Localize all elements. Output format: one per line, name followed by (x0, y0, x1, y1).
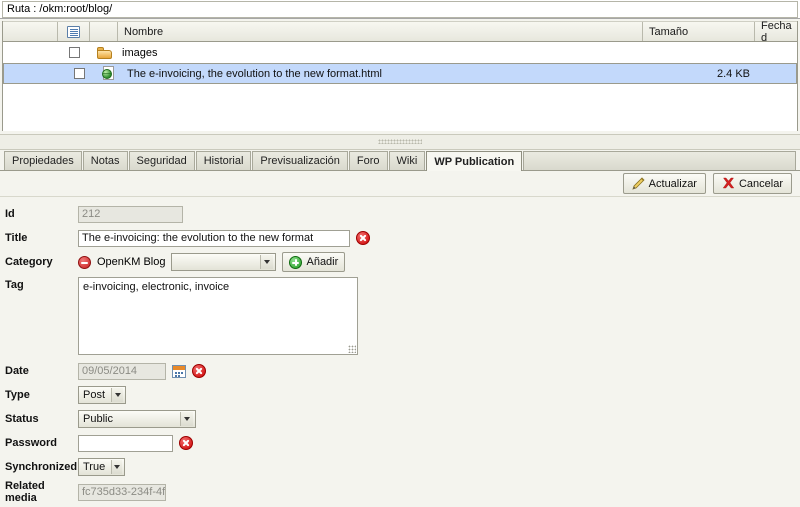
splitter-grip-icon[interactable] (378, 139, 422, 144)
label-category: Category (5, 256, 53, 268)
update-button[interactable]: Actualizar (622, 173, 706, 194)
tab-notas[interactable]: Notas (82, 151, 128, 170)
tab-wiki[interactable]: Wiki (388, 151, 426, 170)
field-row-status: Status Public (0, 408, 800, 430)
file-table-header: Nombre Tamaño Fecha d (3, 20, 797, 44)
row-date (760, 64, 794, 83)
row-name[interactable]: images (118, 42, 643, 63)
field-row-id: Id 212 (0, 203, 800, 225)
field-row-title: Title The e-invoicing: the evolution to … (0, 227, 800, 249)
label-status: Status (5, 413, 39, 425)
label-tag: Tag (5, 279, 24, 291)
wp-publication-form: Id 212 Title The e-invoicing: the evolut… (0, 197, 800, 507)
field-row-synchronized: Synchronized True (0, 456, 800, 478)
label-synchronized: Synchronized (5, 461, 78, 473)
table-row[interactable]: images (3, 42, 797, 63)
html-document-icon (102, 66, 116, 81)
delete-icon[interactable] (356, 231, 370, 245)
row-type-icon-cell (95, 64, 123, 83)
calendar-icon[interactable] (172, 364, 186, 378)
synchronized-select-value: True (83, 461, 106, 473)
table-row[interactable]: The e-invoicing, the evolution to the ne… (3, 63, 797, 84)
label-date: Date (5, 365, 29, 377)
add-category-button[interactable]: Añadir (282, 252, 346, 272)
row-blank (3, 42, 58, 63)
type-select-value: Post (83, 389, 106, 401)
remove-circle-icon[interactable] (78, 255, 91, 269)
column-header-icon[interactable] (90, 22, 118, 41)
cancel-button-label: Cancelar (738, 177, 783, 190)
related-media-field: fc735d33-234f-4f46 (78, 483, 166, 501)
column-header-nombre[interactable]: Nombre (118, 22, 643, 41)
field-row-password: Password (0, 432, 800, 454)
row-checkbox-cell[interactable] (58, 42, 90, 63)
id-field: 212 (78, 205, 183, 223)
pencil-icon (632, 177, 645, 190)
resize-handle-icon[interactable] (348, 345, 356, 353)
field-row-tag: Tag e-invoicing, electronic, invoice (0, 277, 800, 355)
add-category-label: Añadir (306, 256, 339, 268)
tab-seguridad[interactable]: Seguridad (128, 151, 195, 170)
folder-icon (96, 46, 112, 59)
date-field: 09/05/2014 (78, 362, 166, 380)
delete-icon[interactable] (179, 436, 193, 450)
label-id: Id (5, 208, 15, 220)
action-bar: Actualizar Cancelar (0, 171, 800, 197)
field-row-date: Date 09/05/2014 (0, 360, 800, 382)
title-input[interactable]: The e-invoicing: the evolution to the ne… (78, 229, 350, 247)
row-size (643, 42, 755, 63)
field-row-related-media: Related media fc735d33-234f-4f46 (0, 480, 800, 504)
update-button-label: Actualizar (648, 177, 697, 190)
row-blank (8, 64, 63, 83)
delete-icon[interactable] (192, 364, 206, 378)
label-password: Password (5, 437, 57, 449)
tab-foro[interactable]: Foro (348, 151, 388, 170)
tab-historial[interactable]: Historial (195, 151, 252, 170)
synchronized-select[interactable]: True (78, 458, 125, 476)
label-type: Type (5, 389, 30, 401)
tab-previsualizacion[interactable]: Previsualización (252, 151, 348, 170)
tag-textarea[interactable]: e-invoicing, electronic, invoice (78, 277, 358, 355)
row-date (755, 42, 797, 63)
path-bar: Ruta : /okm:root/blog/ (0, 0, 800, 19)
tab-bar: Propiedades Notas Seguridad Historial Pr… (0, 150, 800, 171)
chevron-down-icon (260, 255, 274, 269)
row-size: 2.4 KB (716, 67, 750, 80)
okm-document-manager: Ruta : /okm:root/blog/ Nombre Tamaño Fec… (0, 0, 800, 507)
tab-propiedades[interactable]: Propiedades (4, 151, 82, 170)
chevron-down-icon (111, 388, 123, 402)
row-name[interactable]: The e-invoicing, the evolution to the ne… (123, 64, 648, 83)
column-header-select-all[interactable] (58, 22, 90, 41)
list-lines-icon (67, 25, 80, 38)
column-header-fecha[interactable]: Fecha d (755, 20, 797, 44)
chevron-down-icon (180, 412, 193, 426)
cancel-button[interactable]: Cancelar (712, 173, 792, 194)
field-row-type: Type Post (0, 384, 800, 406)
tab-wp-publication[interactable]: WP Publication (426, 151, 523, 171)
file-browser: Nombre Tamaño Fecha d images The e-invoi… (2, 20, 798, 131)
path-value[interactable]: Ruta : /okm:root/blog/ (2, 0, 798, 18)
label-related-media: Related media (5, 480, 45, 504)
tab-strip-filler (523, 151, 796, 170)
column-header-blank1[interactable] (3, 22, 58, 41)
category-item-label: OpenKM Blog (97, 256, 166, 268)
horizontal-splitter[interactable] (0, 134, 800, 150)
row-checkbox-cell[interactable] (63, 64, 95, 83)
password-input[interactable] (78, 434, 173, 452)
checkbox-icon[interactable] (68, 47, 80, 58)
label-title: Title (5, 232, 28, 244)
column-header-tamano[interactable]: Tamaño (643, 22, 755, 41)
field-row-category: Category OpenKM Blog Añadir (0, 251, 800, 273)
add-circle-icon (289, 255, 303, 269)
status-select[interactable]: Public (78, 410, 196, 428)
chevron-down-icon (111, 460, 122, 474)
type-select[interactable]: Post (78, 386, 126, 404)
status-select-value: Public (83, 413, 113, 425)
row-type-icon-cell (90, 42, 118, 63)
x-red-icon (722, 177, 735, 189)
checkbox-icon[interactable] (73, 68, 85, 79)
category-select[interactable] (171, 253, 277, 271)
